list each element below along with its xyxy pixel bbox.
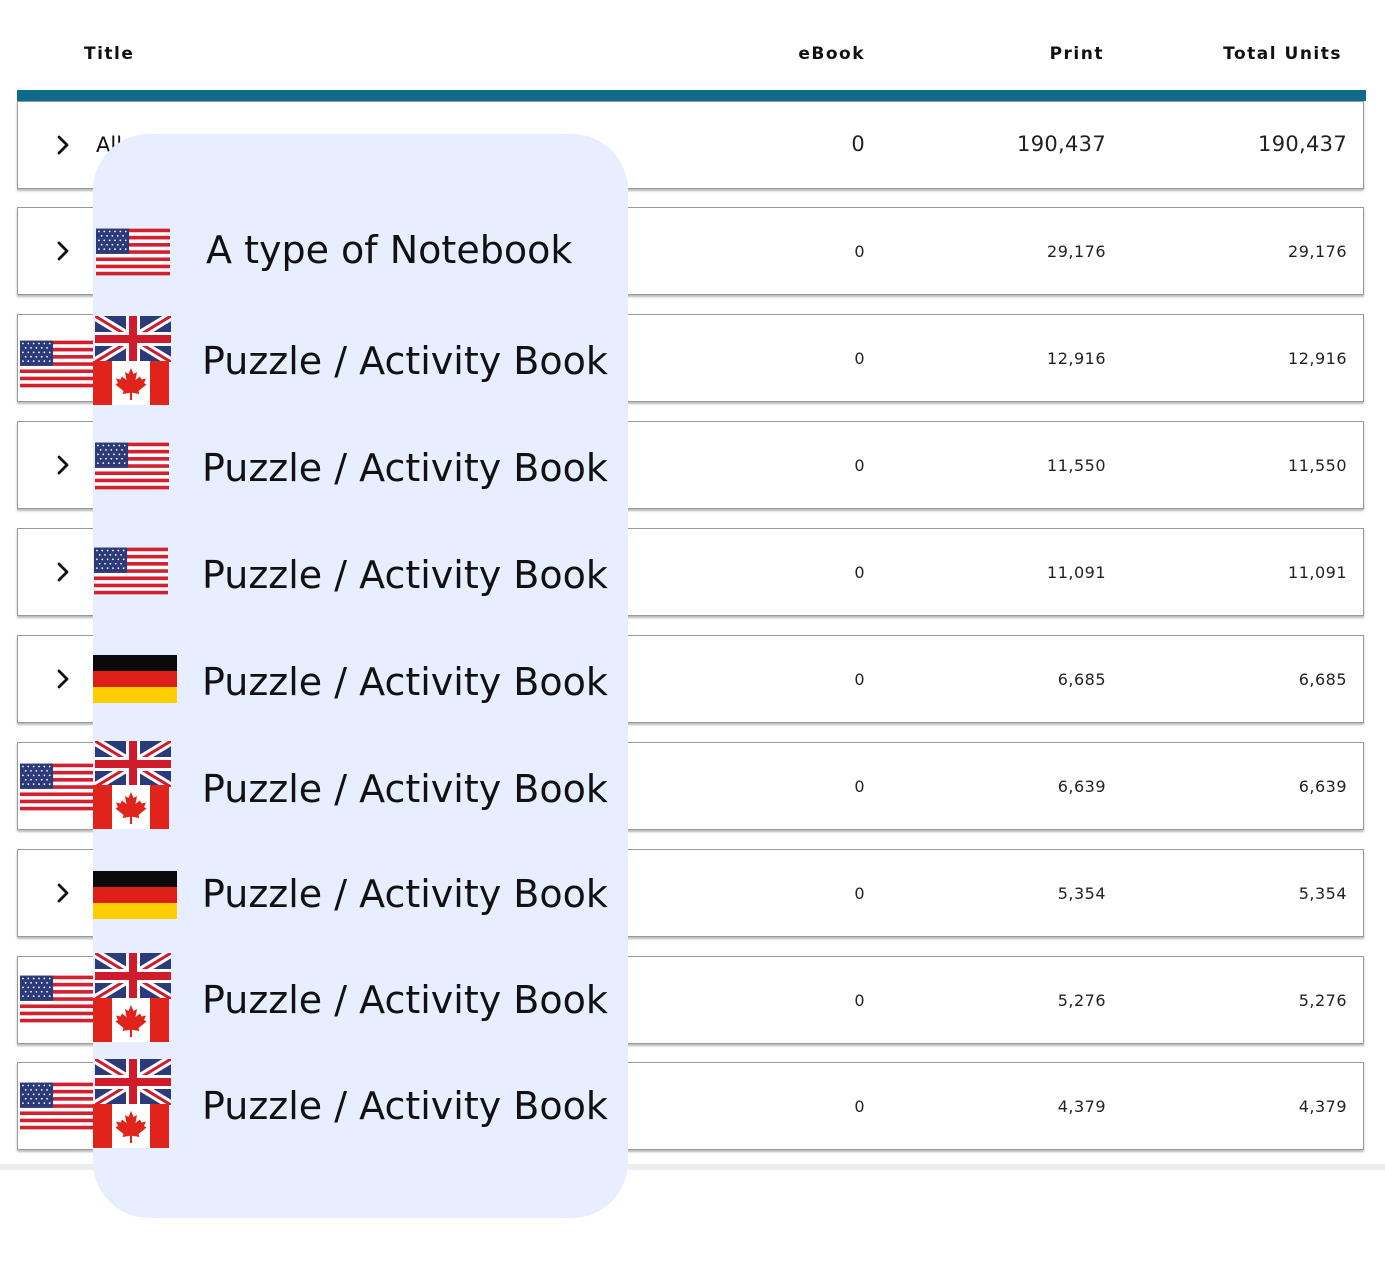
- product-title: A type of Notebook: [206, 228, 573, 272]
- chevron-right-icon[interactable]: [54, 240, 72, 262]
- chevron-right-icon[interactable]: [54, 882, 72, 904]
- list-item: Puzzle / Activity Book: [93, 660, 628, 760]
- product-title: Puzzle / Activity Book: [202, 660, 608, 704]
- print-units: 4,379: [1057, 1097, 1106, 1116]
- us-flag-icon: [20, 1082, 94, 1130]
- ebook-units: 0: [854, 563, 865, 582]
- print-units: 12,916: [1047, 349, 1106, 368]
- list-item: A type of Notebook: [93, 226, 628, 326]
- product-title: Puzzle / Activity Book: [202, 767, 608, 811]
- column-header-print[interactable]: Print: [1050, 44, 1104, 64]
- total-units: 11,091: [1288, 563, 1347, 582]
- ebook-units: 0: [854, 670, 865, 689]
- product-title: Puzzle / Activity Book: [202, 553, 608, 597]
- total-units: 5,354: [1298, 884, 1347, 903]
- total-units: 4,379: [1298, 1097, 1347, 1116]
- column-header-total-units[interactable]: Total Units: [1223, 44, 1342, 64]
- list-item: Puzzle / Activity Book: [93, 1084, 628, 1184]
- chevron-right-icon[interactable]: [54, 668, 72, 690]
- total-units: 6,639: [1298, 777, 1347, 796]
- total-units: 29,176: [1288, 242, 1347, 261]
- total-units: 190,437: [1258, 132, 1347, 156]
- us-flag-icon: [20, 763, 94, 811]
- print-units: 6,639: [1057, 777, 1106, 796]
- product-title: Puzzle / Activity Book: [202, 978, 608, 1022]
- product-title: Puzzle / Activity Book: [202, 1084, 608, 1128]
- print-units: 29,176: [1047, 242, 1106, 261]
- column-header-ebook[interactable]: eBook: [798, 44, 865, 64]
- chevron-right-icon[interactable]: [54, 454, 72, 476]
- print-units: 5,276: [1057, 991, 1106, 1010]
- print-units: 190,437: [1017, 132, 1106, 156]
- print-units: 11,091: [1047, 563, 1106, 582]
- chevron-right-icon[interactable]: [54, 134, 72, 156]
- us-flag-icon: [20, 975, 94, 1023]
- ebook-units: 0: [854, 456, 865, 475]
- ebook-units: 0: [854, 349, 865, 368]
- print-units: 11,550: [1047, 456, 1106, 475]
- ebook-units: 0: [851, 132, 865, 156]
- list-item: Puzzle / Activity Book: [93, 978, 628, 1078]
- print-units: 5,354: [1057, 884, 1106, 903]
- product-title: Puzzle / Activity Book: [202, 339, 608, 383]
- us-flag-icon: [20, 340, 94, 388]
- list-item: Puzzle / Activity Book: [93, 339, 628, 439]
- list-item: Puzzle / Activity Book: [93, 446, 628, 546]
- ebook-units: 0: [854, 1097, 865, 1116]
- column-header-title[interactable]: Title: [84, 44, 134, 64]
- product-title: Puzzle / Activity Book: [202, 446, 608, 490]
- product-title: Puzzle / Activity Book: [202, 872, 608, 916]
- ebook-units: 0: [854, 991, 865, 1010]
- total-units: 11,550: [1288, 456, 1347, 475]
- ebook-units: 0: [854, 777, 865, 796]
- total-units: 6,685: [1298, 670, 1347, 689]
- list-item: Puzzle / Activity Book: [93, 553, 628, 653]
- ebook-units: 0: [854, 242, 865, 261]
- chevron-right-icon[interactable]: [54, 561, 72, 583]
- total-units: 12,916: [1288, 349, 1347, 368]
- total-units: 5,276: [1298, 991, 1347, 1010]
- table-header-accent-bar: [17, 90, 1366, 101]
- ebook-units: 0: [854, 884, 865, 903]
- print-units: 6,685: [1057, 670, 1106, 689]
- title-overlay-panel: A type of Notebook Puzzle / Activity Boo…: [93, 134, 628, 1218]
- list-item: Puzzle / Activity Book: [93, 767, 628, 867]
- list-item: Puzzle / Activity Book: [93, 872, 628, 972]
